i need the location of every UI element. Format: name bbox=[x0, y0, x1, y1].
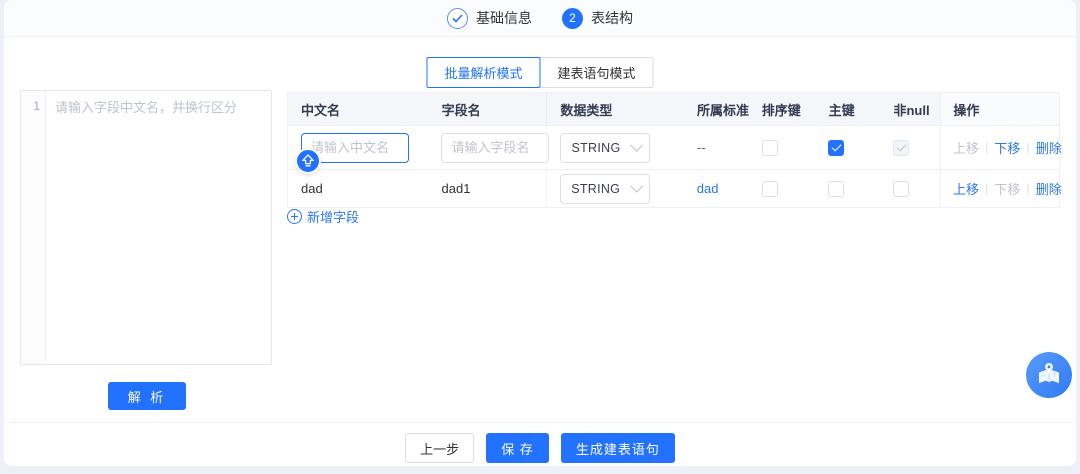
parse-button[interactable]: 解 析 bbox=[108, 382, 186, 410]
move-down-link[interactable]: 下移 bbox=[994, 138, 1020, 157]
stepper: 基础信息 2 表结构 bbox=[4, 0, 1076, 37]
previous-step-button[interactable]: 上一步 bbox=[405, 433, 475, 463]
field-name-input[interactable] bbox=[441, 132, 550, 163]
primary-key-checkbox[interactable] bbox=[828, 180, 845, 197]
col-header-cn-name: 中文名 bbox=[301, 102, 341, 118]
add-field-button[interactable]: 新增字段 bbox=[287, 207, 359, 226]
action-separator: | bbox=[985, 181, 989, 196]
fields-table: 中文名 字段名 数据类型 所属标准 排序键 主键 非null 操作 STRING bbox=[287, 92, 1062, 208]
col-header-data-type: 数据类型 bbox=[546, 93, 684, 125]
tab-sql-statement-mode[interactable]: 建表语句模式 bbox=[539, 57, 654, 88]
not-null-checkbox[interactable] bbox=[893, 180, 910, 197]
col-header-sort-key: 排序键 bbox=[761, 102, 801, 118]
footer-bar: 上一步 保 存 生成建表语句 bbox=[4, 422, 1076, 466]
delete-link[interactable]: 删除 bbox=[1036, 179, 1062, 198]
editor-placeholder: 请输入字段中文名，并换行区分 bbox=[55, 100, 238, 115]
move-down-link: 下移 bbox=[994, 182, 1021, 197]
cn-name-value: dad bbox=[301, 181, 323, 196]
tab-batch-parse-mode[interactable]: 批量解析模式 bbox=[426, 57, 541, 88]
action-separator: | bbox=[1026, 181, 1030, 196]
field-name-value: dad1 bbox=[441, 181, 471, 196]
save-button[interactable]: 保 存 bbox=[486, 433, 549, 463]
sort-key-checkbox[interactable] bbox=[761, 180, 778, 197]
field-names-editor[interactable]: 1 请输入字段中文名，并换行区分 bbox=[20, 90, 272, 365]
standard-link[interactable]: dad bbox=[697, 181, 719, 196]
table-header-row: 中文名 字段名 数据类型 所属标准 排序键 主键 非null 操作 bbox=[288, 93, 1059, 126]
step-basic-info-label: 基础信息 bbox=[476, 10, 532, 26]
data-type-value: STRING bbox=[571, 181, 621, 196]
main-panel: 基础信息 2 表结构 批量解析模式 建表语句模式 1 请输入字段中文名，并换行区… bbox=[4, 0, 1076, 466]
move-up-link[interactable]: 上移 bbox=[953, 179, 979, 198]
data-type-select[interactable]: STRING bbox=[560, 173, 651, 204]
col-header-primary-key: 主键 bbox=[828, 102, 855, 118]
step-number-badge: 2 bbox=[562, 7, 583, 29]
move-up-link: 上移 bbox=[953, 141, 980, 156]
generate-sql-button[interactable]: 生成建表语句 bbox=[560, 433, 675, 463]
plus-circle-icon bbox=[287, 209, 302, 224]
sort-key-checkbox[interactable] bbox=[761, 139, 778, 156]
action-separator: | bbox=[1026, 140, 1030, 155]
mode-tabs: 批量解析模式 建表语句模式 bbox=[426, 57, 654, 88]
step-table-structure: 2 表结构 bbox=[562, 7, 633, 29]
action-separator: | bbox=[985, 140, 989, 155]
data-type-select[interactable]: STRING bbox=[560, 132, 651, 163]
chevron-down-icon bbox=[630, 139, 644, 152]
map-guide-icon[interactable] bbox=[1026, 352, 1072, 398]
line-number: 1 bbox=[33, 99, 40, 113]
primary-key-checkbox[interactable] bbox=[828, 139, 845, 156]
chevron-down-icon bbox=[630, 180, 644, 193]
table-row: STRING -- 上移 | 下移 | 删除 bbox=[288, 126, 1062, 170]
not-null-checkbox bbox=[893, 139, 910, 156]
standard-value: -- bbox=[696, 140, 706, 155]
col-header-field-name: 字段名 bbox=[441, 102, 481, 118]
line-number-gutter: 1 bbox=[21, 91, 46, 364]
col-header-not-null: 非null bbox=[893, 102, 930, 118]
col-header-actions: 操作 bbox=[940, 93, 1059, 125]
col-header-standard: 所属标准 bbox=[696, 102, 749, 118]
shift-input-icon[interactable] bbox=[295, 148, 321, 174]
step-table-structure-label: 表结构 bbox=[591, 10, 633, 26]
step-basic-info: 基础信息 bbox=[447, 7, 532, 29]
check-circle-icon bbox=[447, 7, 468, 29]
delete-link[interactable]: 删除 bbox=[1036, 138, 1062, 157]
data-type-value: STRING bbox=[571, 140, 621, 155]
add-field-label: 新增字段 bbox=[307, 210, 360, 225]
table-row: dad dad1 STRING dad 上移 | 下移 | 删除 bbox=[288, 170, 1062, 208]
